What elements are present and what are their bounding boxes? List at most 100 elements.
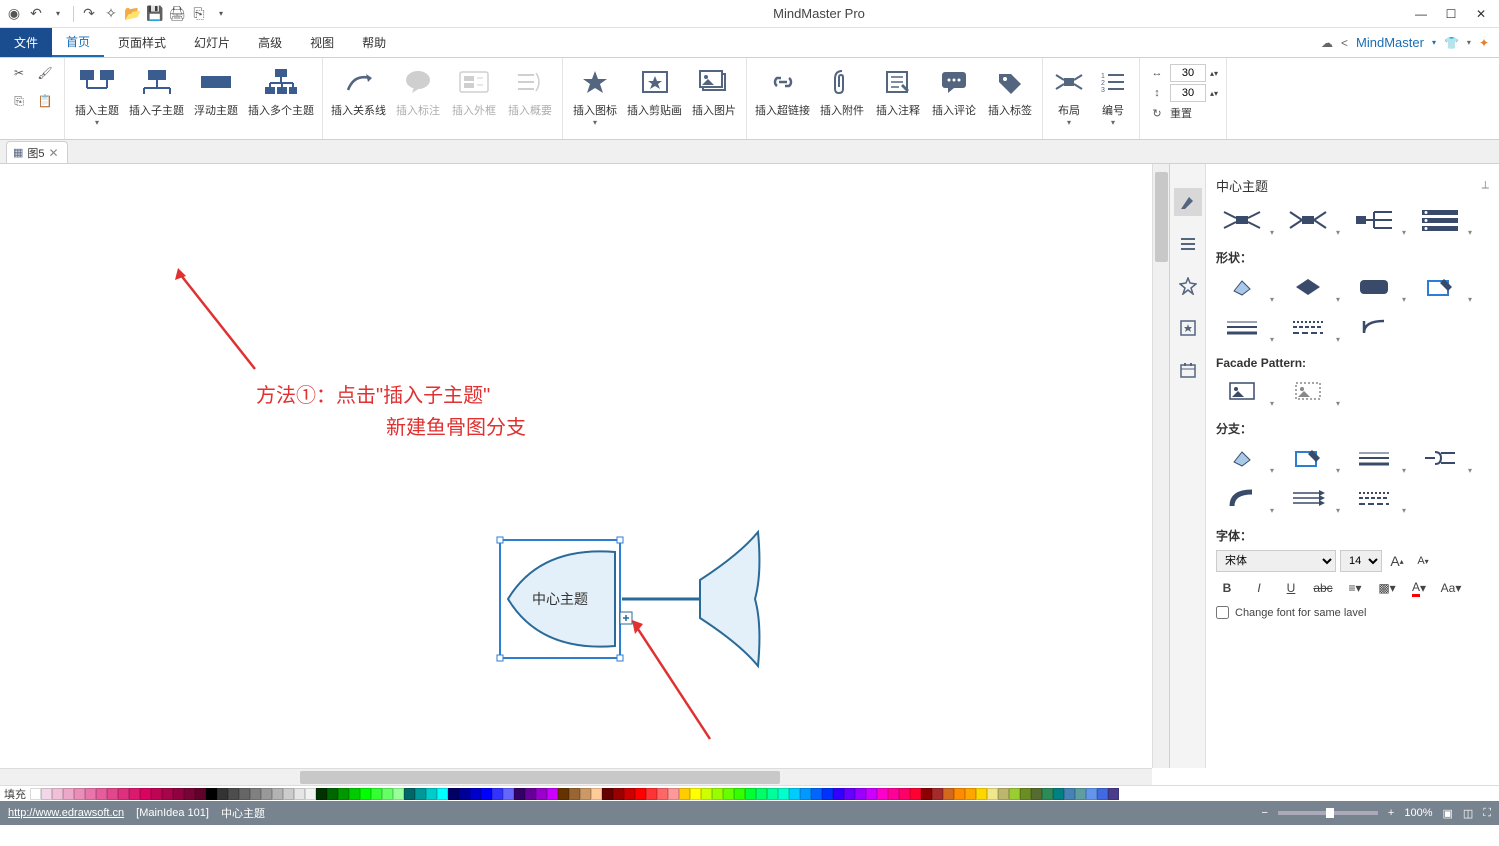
brush-icon[interactable]: 🖌 xyxy=(36,64,54,82)
color-swatch[interactable] xyxy=(690,788,701,800)
color-swatch[interactable] xyxy=(118,788,129,800)
color-swatch[interactable] xyxy=(778,788,789,800)
branch-curve[interactable] xyxy=(1216,483,1268,513)
panel-tab-icon[interactable] xyxy=(1174,272,1202,300)
color-swatch[interactable] xyxy=(492,788,503,800)
color-swatch[interactable] xyxy=(800,788,811,800)
color-swatch[interactable] xyxy=(932,788,943,800)
color-swatch[interactable] xyxy=(250,788,261,800)
color-swatch[interactable] xyxy=(74,788,85,800)
color-swatch[interactable] xyxy=(151,788,162,800)
shirt-icon[interactable]: 👕 xyxy=(1444,36,1459,50)
minimize-button[interactable]: — xyxy=(1407,4,1435,24)
color-swatch[interactable] xyxy=(415,788,426,800)
color-swatch[interactable] xyxy=(459,788,470,800)
branch-weight[interactable] xyxy=(1348,443,1400,473)
color-swatch[interactable] xyxy=(998,788,1009,800)
color-swatch[interactable] xyxy=(371,788,382,800)
color-swatch[interactable] xyxy=(85,788,96,800)
color-swatch[interactable] xyxy=(272,788,283,800)
color-swatch[interactable] xyxy=(547,788,558,800)
close-button[interactable]: ✕ xyxy=(1467,4,1495,24)
insert-hyperlink-button[interactable]: 插入超链接 xyxy=(753,62,812,120)
zoom-slider[interactable] xyxy=(1278,811,1378,815)
color-swatch[interactable] xyxy=(580,788,591,800)
color-swatch[interactable] xyxy=(107,788,118,800)
redo-icon[interactable]: ↷ xyxy=(79,4,99,24)
color-swatch[interactable] xyxy=(954,788,965,800)
color-swatch[interactable] xyxy=(844,788,855,800)
color-swatch[interactable] xyxy=(162,788,173,800)
logo-icon[interactable]: ✦ xyxy=(1479,36,1489,50)
insert-tag-button[interactable]: 插入标签 xyxy=(984,62,1036,120)
color-swatch[interactable] xyxy=(866,788,877,800)
paste-icon[interactable]: 📋 xyxy=(36,92,54,110)
view-mode-3[interactable]: ⛶ xyxy=(1483,807,1491,820)
color-swatch[interactable] xyxy=(910,788,921,800)
tab-home[interactable]: 首页 xyxy=(52,28,104,57)
float-topic-button[interactable]: 浮动主题 xyxy=(190,62,242,120)
branch-edit[interactable] xyxy=(1282,443,1334,473)
color-swatch[interactable] xyxy=(811,788,822,800)
layout-style-3[interactable] xyxy=(1348,205,1400,235)
insert-clipart-button[interactable]: 插入剪贴画 xyxy=(625,62,684,120)
panel-tab-clipart[interactable] xyxy=(1174,314,1202,342)
reset-button[interactable]: ↻重置 xyxy=(1148,104,1218,122)
font-size-select[interactable]: 14 xyxy=(1340,550,1382,572)
color-swatch[interactable] xyxy=(360,788,371,800)
shape-type[interactable] xyxy=(1282,272,1334,302)
color-swatch[interactable] xyxy=(1075,788,1086,800)
line-style[interactable] xyxy=(1216,312,1268,342)
color-swatch[interactable] xyxy=(481,788,492,800)
panel-tab-task[interactable] xyxy=(1174,356,1202,384)
line-color[interactable] xyxy=(1414,272,1466,302)
color-swatch[interactable] xyxy=(437,788,448,800)
color-swatch[interactable] xyxy=(602,788,613,800)
case-button[interactable]: Aa▾ xyxy=(1440,578,1462,598)
color-swatch[interactable] xyxy=(1064,788,1075,800)
color-swatch[interactable] xyxy=(789,788,800,800)
color-swatch[interactable] xyxy=(756,788,767,800)
cut-icon[interactable]: ✂ xyxy=(10,64,28,82)
hscroll-thumb[interactable] xyxy=(300,771,780,784)
strike-button[interactable]: abc xyxy=(1312,578,1334,598)
copy-icon[interactable]: ⎘ xyxy=(10,92,28,110)
status-url[interactable]: http://www.edrawsoft.cn xyxy=(8,807,124,819)
color-swatch[interactable] xyxy=(1097,788,1108,800)
line-dash[interactable] xyxy=(1282,312,1334,342)
undo-icon[interactable]: ↶ xyxy=(26,4,46,24)
color-swatch[interactable] xyxy=(217,788,228,800)
color-swatch[interactable] xyxy=(239,788,250,800)
insert-attachment-button[interactable]: 插入附件 xyxy=(816,62,868,120)
canvas[interactable]: 中心主题 方法①：点击"插入子主题" 新建鱼骨图分支 方法②：点击"+"符号 新… xyxy=(0,164,1152,768)
view-mode-2[interactable]: ◫ xyxy=(1463,807,1473,820)
facade-1[interactable] xyxy=(1216,376,1268,406)
insert-note-button[interactable]: 插入注释 xyxy=(872,62,924,120)
color-swatch[interactable] xyxy=(1108,788,1119,800)
tab-page-style[interactable]: 页面样式 xyxy=(104,28,180,57)
corner-style[interactable] xyxy=(1348,312,1400,342)
numbering-button[interactable]: 123 编号 ▾ xyxy=(1093,62,1133,129)
doc-tab-close[interactable]: ✕ xyxy=(49,146,59,160)
export-icon[interactable]: ⎘ xyxy=(189,4,209,24)
mindmaster-link[interactable]: MindMaster xyxy=(1356,35,1424,50)
color-swatch[interactable] xyxy=(646,788,657,800)
cloud-icon[interactable]: ☁ xyxy=(1321,36,1333,50)
color-swatch[interactable] xyxy=(41,788,52,800)
color-swatch[interactable] xyxy=(206,788,217,800)
color-swatch[interactable] xyxy=(943,788,954,800)
layout-style-2[interactable] xyxy=(1282,205,1334,235)
color-swatch[interactable] xyxy=(382,788,393,800)
insert-comment-button[interactable]: 插入评论 xyxy=(928,62,980,120)
color-swatch[interactable] xyxy=(140,788,151,800)
color-swatch[interactable] xyxy=(184,788,195,800)
shape-rect[interactable] xyxy=(1348,272,1400,302)
color-swatch[interactable] xyxy=(349,788,360,800)
open-icon[interactable]: 📂 xyxy=(123,4,143,24)
color-swatch[interactable] xyxy=(514,788,525,800)
font-family-select[interactable]: 宋体 xyxy=(1216,550,1336,572)
vertical-scrollbar[interactable] xyxy=(1152,164,1169,768)
branch-arrow[interactable] xyxy=(1282,483,1334,513)
branch-fill[interactable] xyxy=(1216,443,1268,473)
color-swatch[interactable] xyxy=(888,788,899,800)
